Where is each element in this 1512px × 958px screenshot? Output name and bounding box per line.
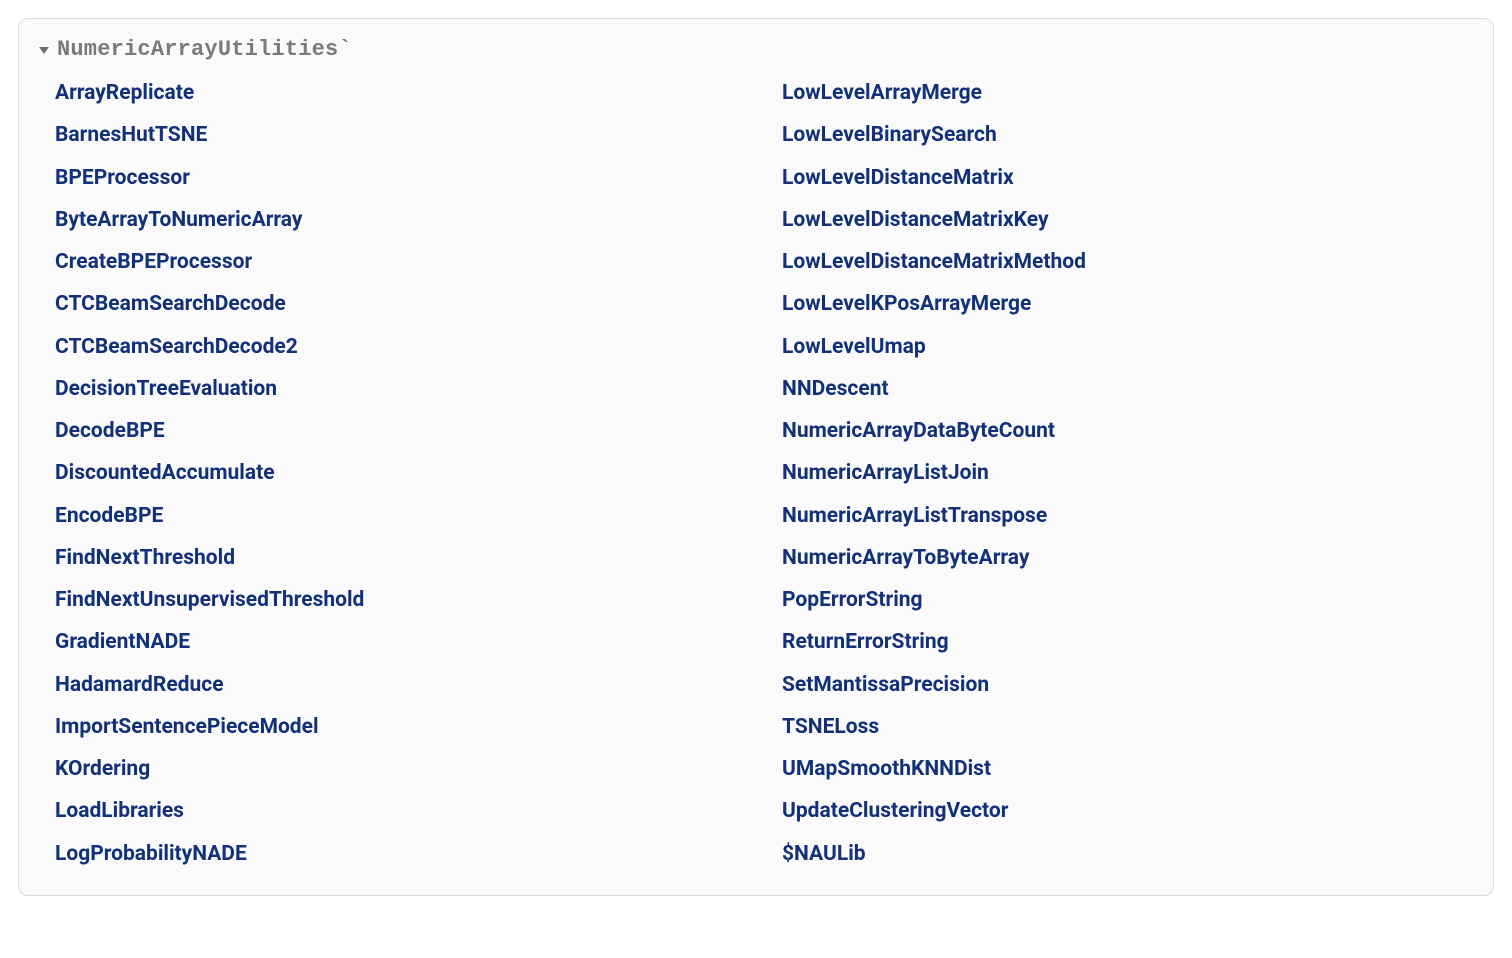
symbol-link[interactable]: LowLevelDistanceMatrix [782,165,1469,191]
symbol-link[interactable]: LogProbabilityNADE [55,841,742,867]
symbol-link[interactable]: BPEProcessor [55,165,742,191]
symbol-link[interactable]: CreateBPEProcessor [55,249,742,275]
symbol-link[interactable]: NumericArrayListJoin [782,460,1469,486]
symbol-link[interactable]: LowLevelUmap [782,334,1469,360]
chevron-down-icon [37,43,51,57]
symbol-link[interactable]: CTCBeamSearchDecode2 [55,334,742,360]
symbol-link[interactable]: ByteArrayToNumericArray [55,207,742,233]
symbol-link[interactable]: FindNextThreshold [55,545,742,571]
page: NumericArrayUtilities` ArrayReplicate Bar… [0,0,1512,914]
symbol-link[interactable]: $NAULib [782,841,1469,867]
symbol-link[interactable]: GradientNADE [55,629,742,655]
symbol-link[interactable]: EncodeBPE [55,503,742,529]
symbol-link[interactable]: TSNELoss [782,714,1469,740]
symbol-link[interactable]: LowLevelArrayMerge [782,80,1469,106]
symbol-column-right: LowLevelArrayMerge LowLevelBinarySearch Lo… [782,80,1469,867]
symbol-link[interactable]: SetMantissaPrecision [782,672,1469,698]
symbol-link[interactable]: LowLevelBinarySearch [782,122,1469,148]
section-panel: NumericArrayUtilities` ArrayReplicate Bar… [18,18,1494,896]
symbol-column-left: ArrayReplicate BarnesHutTSNE BPEProcessor B… [55,80,742,867]
symbol-link[interactable]: DiscountedAccumulate [55,460,742,486]
symbol-link[interactable]: ArrayReplicate [55,80,742,106]
symbol-link[interactable]: NumericArrayDataByteCount [782,418,1469,444]
symbol-link[interactable]: NumericArrayListTranspose [782,503,1469,529]
symbol-link[interactable]: ImportSentencePieceModel [55,714,742,740]
symbol-link[interactable]: LowLevelDistanceMatrixKey [782,207,1469,233]
symbol-link[interactable]: DecisionTreeEvaluation [55,376,742,402]
symbol-columns: ArrayReplicate BarnesHutTSNE BPEProcessor B… [43,80,1469,867]
symbol-link[interactable]: LowLevelKPosArrayMerge [782,291,1469,317]
section-title: NumericArrayUtilities` [57,37,352,62]
section-header-toggle[interactable]: NumericArrayUtilities` [37,37,1469,62]
symbol-link[interactable]: LoadLibraries [55,798,742,824]
symbol-link[interactable]: BarnesHutTSNE [55,122,742,148]
symbol-link[interactable]: UpdateClusteringVector [782,798,1469,824]
symbol-link[interactable]: PopErrorString [782,587,1469,613]
symbol-link[interactable]: CTCBeamSearchDecode [55,291,742,317]
symbol-link[interactable]: UMapSmoothKNNDist [782,756,1469,782]
symbol-link[interactable]: ReturnErrorString [782,629,1469,655]
symbol-link[interactable]: HadamardReduce [55,672,742,698]
symbol-link[interactable]: LowLevelDistanceMatrixMethod [782,249,1469,275]
symbol-link[interactable]: KOrdering [55,756,742,782]
symbol-link[interactable]: NNDescent [782,376,1469,402]
symbol-link[interactable]: DecodeBPE [55,418,742,444]
symbol-link[interactable]: FindNextUnsupervisedThreshold [55,587,742,613]
symbol-link[interactable]: NumericArrayToByteArray [782,545,1469,571]
